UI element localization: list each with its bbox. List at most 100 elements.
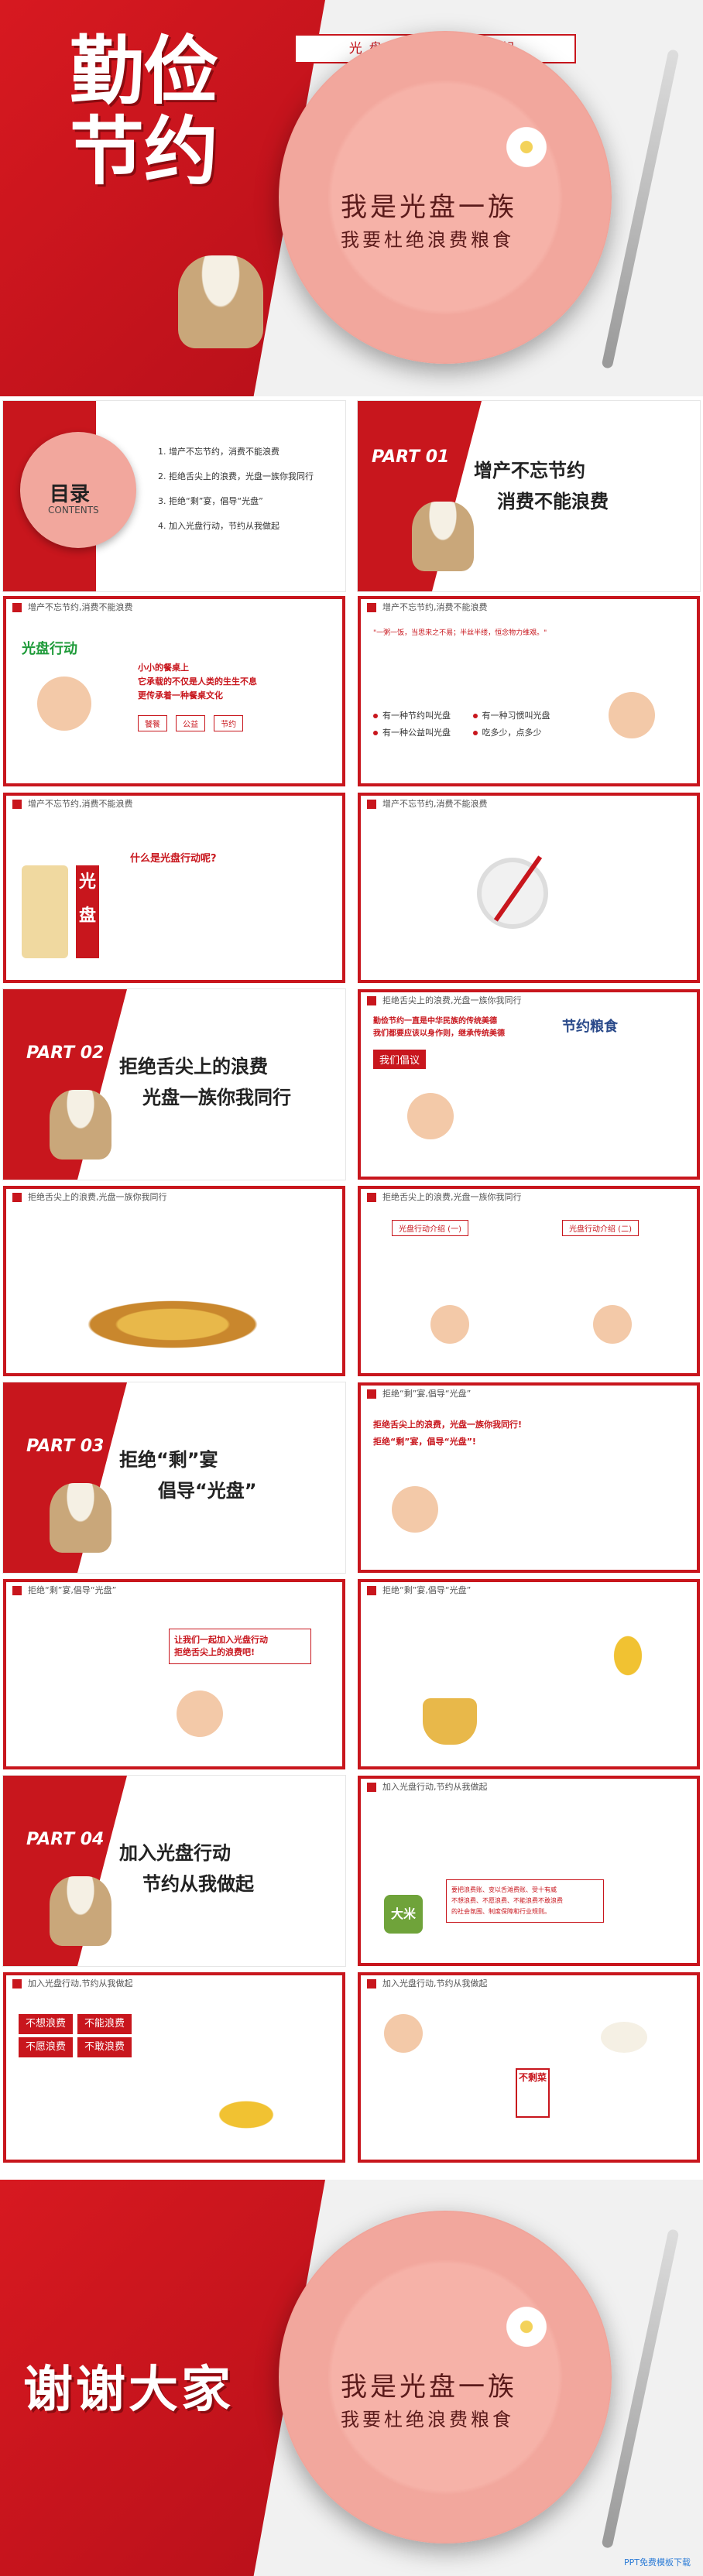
- row-3: 增产不忘节约,消费不能浪费 光盘 什么是光盘行动呢? 增产不忘节约,消费不能浪费: [0, 791, 703, 985]
- ending-plate-line2: 我要杜绝浪费粮食: [341, 2409, 514, 2430]
- sign: 不剩菜: [516, 2068, 550, 2118]
- rice-sack-icon: [412, 502, 474, 571]
- header-square-icon: [367, 996, 376, 1005]
- part-title-line2: 消费不能浪费: [497, 491, 609, 512]
- toc-item[interactable]: 4. 加入光盘行动，节约从我做起: [158, 514, 336, 539]
- slide-header: 加入光盘行动,节约从我做起: [361, 1779, 697, 1796]
- toc-item[interactable]: 3. 拒绝“剩”宴，倡导“光盘”: [158, 489, 336, 514]
- row-2: 增产不忘节约,消费不能浪费 光盘行动 小小的餐桌上 它承载的不仅是人类的生生不息更…: [0, 594, 703, 788]
- red-tag: 不敢浪费: [77, 2037, 132, 2057]
- s4-bullets: 有一种节约叫光盘 有一种习惯叫光盘 有一种公益叫光盘 吃多少，点多少: [373, 707, 574, 742]
- s8-red-title: 勤俭节约一直是中华民族的传统美德 我们都要应该以身作则，继承传统美德: [373, 1017, 505, 1038]
- part-label: PART 04: [26, 1830, 105, 1849]
- toc-item[interactable]: 2. 拒绝舌尖上的浪费，光盘一族你我同行: [158, 464, 336, 489]
- ending-title: 谢谢大家: [23, 2361, 234, 2419]
- child-illustration: [37, 677, 91, 731]
- slide-9: 拒绝舌尖上的浪费,光盘一族你我同行: [3, 1186, 345, 1376]
- part4-slide: PART 04 加入光盘行动 节约从我做起: [3, 1776, 345, 1966]
- header-square-icon: [12, 1193, 22, 1202]
- fork-icon: [601, 49, 680, 369]
- rice-bowl-image: [22, 865, 68, 958]
- rice-sack-icon: [50, 1876, 111, 1946]
- red-tag: 不愿浪费: [19, 2037, 73, 2057]
- tag: 公益: [176, 715, 206, 731]
- slide-header: 增产不忘节约,消费不能浪费: [361, 796, 697, 813]
- girl-eating-illustration: [407, 1093, 454, 1139]
- ending-plate-line1: 我是光盘一族: [341, 2372, 517, 2403]
- cooking-illustration: [384, 2014, 423, 2053]
- badge-vertical: 光盘: [76, 865, 99, 958]
- part2-slide: PART 02 拒绝舌尖上的浪费 光盘一族你我同行: [3, 989, 345, 1180]
- slide-16: 加入光盘行动,节约从我做起 大米 要把浪费账、变以舌滩费账、受十有威 不想浪费、…: [358, 1776, 700, 1966]
- flower-icon: [503, 124, 550, 170]
- wheat-icon: [609, 1629, 647, 1683]
- rice-sack-icon: [50, 1090, 111, 1160]
- slide-13: 拒绝“剩”宴,倡导“光盘” 让我们一起加入光盘行动 拒绝舌尖上的浪费吧!: [3, 1579, 345, 1769]
- header-square-icon: [12, 1586, 22, 1595]
- header-square-icon: [367, 1586, 376, 1595]
- row-4: PART 02 拒绝舌尖上的浪费 光盘一族你我同行 拒绝舌尖上的浪费,光盘一族你…: [0, 988, 703, 1181]
- woman-illustration: [609, 692, 655, 738]
- slide-header: 拒绝舌尖上的浪费,光盘一族你我同行: [361, 992, 697, 1009]
- slide-header: 拒绝舌尖上的浪费,光盘一族你我同行: [6, 1189, 342, 1206]
- slide-10: 拒绝舌尖上的浪费,光盘一族你我同行 光盘行动介绍 (一) 光盘行动介绍 (二): [358, 1186, 700, 1376]
- header-square-icon: [12, 603, 22, 612]
- rice-sack-icon: [50, 1483, 111, 1553]
- s8-art: 节约粮食: [562, 1019, 618, 1035]
- slide-18: 加入光盘行动,节约从我做起 不剩菜: [358, 1972, 700, 2163]
- row-7: 拒绝“剩”宴,倡导“光盘” 让我们一起加入光盘行动 拒绝舌尖上的浪费吧! 拒绝“…: [0, 1577, 703, 1771]
- cover-title: 勤俭节约: [70, 27, 218, 195]
- part-title-line2: 节约从我做起: [142, 1873, 254, 1895]
- golden-bowl-image: [423, 1698, 477, 1745]
- person-illustration: [593, 1305, 632, 1344]
- watermark: PPT免费模板下载: [624, 2557, 691, 2567]
- slide-3: 增产不忘节约,消费不能浪费 光盘行动 小小的餐桌上 它承载的不仅是人类的生生不息更…: [3, 596, 345, 786]
- s16-box: 要把浪费账、变以舌滩费账、受十有威 不想浪费、不愿浪费、不能浪费不敢浪费 的社会…: [446, 1879, 604, 1923]
- cover-plate-line1: 我是光盘一族: [341, 192, 517, 223]
- slide-8: 拒绝舌尖上的浪费,光盘一族你我同行 勤俭节约一直是中华民族的传统美德 我们都要应…: [358, 989, 700, 1180]
- part1-slide: PART 01 增产不忘节约 消费不能浪费: [358, 401, 700, 591]
- part-title-line2: 倡导“光盘”: [158, 1480, 257, 1502]
- s10-label2: 光盘行动介绍 (二): [562, 1220, 639, 1236]
- flower-icon: [503, 2304, 550, 2350]
- header-square-icon: [367, 603, 376, 612]
- part-title-line1: 增产不忘节约: [474, 460, 585, 481]
- header-square-icon: [12, 1979, 22, 1989]
- part3-slide: PART 03 拒绝“剩”宴 倡导“光盘”: [3, 1382, 345, 1573]
- tag: 饕餮: [138, 715, 167, 731]
- part-label: PART 02: [26, 1043, 105, 1063]
- row-1: 目录 CONTENTS 1. 增产不忘节约，消费不能浪费 2. 拒绝舌尖上的浪费…: [0, 399, 703, 593]
- slide-header: 增产不忘节约,消费不能浪费: [6, 599, 342, 616]
- slide-6: 增产不忘节约,消费不能浪费: [358, 793, 700, 983]
- part-title-line1: 加入光盘行动: [119, 1842, 231, 1864]
- header-square-icon: [367, 1783, 376, 1792]
- logo-text: 光盘行动: [22, 641, 77, 657]
- slide-5: 增产不忘节约,消费不能浪费 光盘 什么是光盘行动呢?: [3, 793, 345, 983]
- grandparents-illustration: [177, 1690, 223, 1737]
- part-label: PART 03: [26, 1437, 105, 1456]
- row-9: 加入光盘行动,节约从我做起 不想浪费 不能浪费 不愿浪费 不敢浪费 加入光盘行动…: [0, 1971, 703, 2164]
- toc-title: 目录: [50, 483, 91, 506]
- slide-header: 加入光盘行动,节约从我做起: [6, 1975, 342, 1992]
- s8-tag: 我们倡议: [373, 1050, 427, 1069]
- slide-header: 拒绝“剩”宴,倡导“光盘”: [6, 1582, 342, 1599]
- slide-14: 拒绝“剩”宴,倡导“光盘”: [358, 1579, 700, 1769]
- fork-icon: [601, 2228, 680, 2549]
- tag: 节约: [214, 715, 244, 731]
- girl-chef-illustration: [392, 1486, 438, 1533]
- slide-17: 加入光盘行动,节约从我做起 不想浪费 不能浪费 不愿浪费 不敢浪费: [3, 1972, 345, 2163]
- part-title-line1: 拒绝舌尖上的浪费: [119, 1056, 268, 1077]
- s3-text: 小小的餐桌上 它承载的不仅是人类的生生不息 更传承着一种餐桌文化: [138, 663, 257, 701]
- slide-header: 拒绝舌尖上的浪费,光盘一族你我同行: [361, 1189, 697, 1206]
- row-8: PART 04 加入光盘行动 节约从我做起 加入光盘行动,节约从我做起 大米 要…: [0, 1774, 703, 1968]
- slide-header: 增产不忘节约,消费不能浪费: [6, 796, 342, 813]
- slide-4: 增产不忘节约,消费不能浪费 "一粥一饭，当思来之不易；半丝半缕，恒念物力维艰。"…: [358, 596, 700, 786]
- toc-item[interactable]: 1. 增产不忘节约，消费不能浪费: [158, 440, 336, 464]
- s12-red-title: 拒绝舌尖上的浪费，光盘一族你我同行! 拒绝“剩”宴，倡导“光盘”!: [373, 1420, 523, 1447]
- cover-slide: 勤俭节约 光盘行动 从我做起 我是光盘一族 我要杜绝浪费粮食: [0, 0, 703, 396]
- cover-plate-line2: 我要杜绝浪费粮食: [341, 229, 514, 251]
- slide-header: 拒绝“剩”宴,倡导“光盘”: [361, 1386, 697, 1403]
- row-6: PART 03 拒绝“剩”宴 倡导“光盘” 拒绝“剩”宴,倡导“光盘” 拒绝舌尖…: [0, 1381, 703, 1574]
- part-title-line1: 拒绝“剩”宴: [119, 1449, 218, 1471]
- header-square-icon: [367, 1193, 376, 1202]
